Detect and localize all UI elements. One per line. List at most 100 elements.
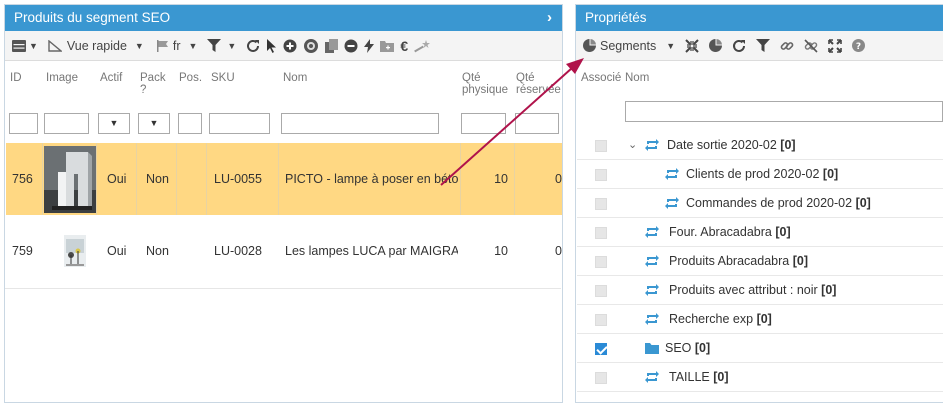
properties-panel-header: Propriétés <box>576 5 943 31</box>
tree-row[interactable]: Produits Abracadabra [0] <box>577 247 943 276</box>
segment-checkbox[interactable] <box>595 140 607 152</box>
quick-view-button[interactable]: Vue rapide ▼ <box>45 35 147 57</box>
chevron-down-icon[interactable]: ⌄ <box>628 138 637 151</box>
segment-checkbox[interactable] <box>595 227 607 239</box>
unlink-button[interactable] <box>801 35 821 57</box>
layout-icon <box>12 39 26 52</box>
filter-pos-input[interactable] <box>178 113 202 134</box>
select-button[interactable] <box>263 35 280 57</box>
cell-qte-reservee: 0 <box>555 244 562 258</box>
col-image[interactable]: Image <box>46 72 78 84</box>
segment-checkbox[interactable] <box>595 343 607 355</box>
remove-button[interactable] <box>341 35 361 57</box>
filter-qte-reservee-input[interactable] <box>515 113 559 134</box>
segment-checkbox[interactable] <box>595 256 607 268</box>
filter-pack-select[interactable]: ▼ <box>138 113 170 134</box>
globe-icon <box>304 38 319 53</box>
web-button[interactable] <box>300 35 322 57</box>
filter-sku-input[interactable] <box>209 113 270 134</box>
col-qte-reservee[interactable]: Qté réservée <box>516 72 562 96</box>
filter-button[interactable] <box>753 35 773 57</box>
flag-icon <box>156 39 168 52</box>
col-pack[interactable]: Pack ? <box>140 72 170 96</box>
properties-toolbar: Segments ▼ ? <box>576 31 943 61</box>
cell-qte-physique: 10 <box>494 244 508 258</box>
col-nom[interactable]: Nom <box>625 72 649 84</box>
filter-menu-button[interactable]: ▼ <box>204 35 239 57</box>
plus-circle-icon <box>283 39 297 52</box>
quick-action-button[interactable] <box>361 35 377 57</box>
filter-image-input[interactable] <box>44 113 89 134</box>
svg-text:?: ? <box>856 42 861 52</box>
cell-pack: Non <box>146 172 169 186</box>
duplicate-button[interactable] <box>322 35 341 57</box>
cell-id: 756 <box>12 172 33 186</box>
caret-down-icon: ▼ <box>29 40 38 51</box>
col-id[interactable]: ID <box>10 72 22 84</box>
col-qte-physique[interactable]: Qté physique <box>462 72 510 96</box>
segment-checkbox[interactable] <box>595 372 607 384</box>
add-button[interactable] <box>280 35 300 57</box>
collapse-all-button[interactable] <box>682 35 702 57</box>
segment-checkbox[interactable] <box>595 169 607 181</box>
tree-row[interactable]: TAILLE [0] <box>577 363 943 392</box>
tools-button[interactable] <box>411 35 433 57</box>
col-pos[interactable]: Pos. <box>179 72 202 84</box>
add-to-folder-button[interactable] <box>377 35 397 57</box>
cell-qte-reservee: 0 <box>555 172 562 186</box>
refresh-button[interactable] <box>243 35 263 57</box>
segment-sync-icon <box>645 313 659 325</box>
filter-actif-select[interactable]: ▼ <box>98 113 130 134</box>
properties-panel-title: Propriétés <box>585 10 647 25</box>
segment-checkbox[interactable] <box>595 314 607 326</box>
table-row[interactable]: 759 Oui Non LU-0028 Les lampes LUCA par … <box>6 215 562 287</box>
tree-row[interactable]: ⌄ Date sortie 2020-02 [0] <box>577 131 943 160</box>
col-sku[interactable]: SKU <box>211 72 235 84</box>
expand-all-button[interactable] <box>825 35 845 57</box>
segment-label: Clients de prod 2020-02 [0] <box>686 167 839 181</box>
chevron-right-icon[interactable]: › <box>547 5 552 31</box>
segment-stats-button[interactable] <box>706 35 725 57</box>
segment-sync-icon <box>645 371 659 383</box>
segment-label: Recherche exp [0] <box>669 312 772 326</box>
segment-sync-icon <box>645 139 659 151</box>
tree-row[interactable]: Produits avec attribut : noir [0] <box>577 276 943 305</box>
col-associe[interactable]: Associé <box>581 72 621 84</box>
tree-row[interactable]: SEO [0] <box>577 334 943 363</box>
caret-down-icon: ▼ <box>134 40 144 51</box>
wand-icon <box>414 39 431 52</box>
cursor-icon <box>267 38 277 53</box>
cell-actif: Oui <box>107 244 127 258</box>
euro-icon: € <box>400 37 409 54</box>
col-actif[interactable]: Actif <box>100 72 122 84</box>
filter-nom-input[interactable] <box>625 101 943 122</box>
products-panel-header: Produits du segment SEO › <box>5 5 562 31</box>
unlink-icon <box>804 38 818 53</box>
help-button[interactable]: ? <box>849 35 868 57</box>
segment-checkbox[interactable] <box>595 285 607 297</box>
column-divider <box>206 143 207 215</box>
segment-checkbox[interactable] <box>595 198 607 210</box>
segments-label: Segments <box>600 38 657 53</box>
segment-label: Produits Abracadabra [0] <box>669 254 808 268</box>
cell-actif: Oui <box>107 172 127 186</box>
tree-row[interactable]: Commandes de prod 2020-02 [0] <box>577 189 943 218</box>
filter-nom-input[interactable] <box>281 113 439 134</box>
layout-menu-button[interactable]: ▼ <box>9 35 41 57</box>
filter-id-input[interactable] <box>9 113 38 134</box>
product-thumbnail[interactable] <box>64 235 86 267</box>
tree-row[interactable]: Clients de prod 2020-02 [0] <box>577 160 943 189</box>
tree-row[interactable]: Recherche exp [0] <box>577 305 943 334</box>
lamp-picto-image <box>44 146 96 213</box>
filter-qte-physique-input[interactable] <box>461 113 506 134</box>
help-icon: ? <box>852 39 866 52</box>
tree-row[interactable]: Four. Abracadabra [0] <box>577 218 943 247</box>
refresh-button[interactable] <box>729 35 749 57</box>
col-nom[interactable]: Nom <box>283 72 307 84</box>
price-button[interactable]: € <box>397 35 411 57</box>
table-row[interactable]: 756 Oui Non LU-0055 PICTO - lampe à pose… <box>6 143 562 215</box>
segments-button[interactable]: Segments ▼ <box>580 35 678 57</box>
product-thumbnail[interactable] <box>44 146 96 213</box>
link-button[interactable] <box>777 35 797 57</box>
language-button[interactable]: fr ▼ <box>153 35 201 57</box>
